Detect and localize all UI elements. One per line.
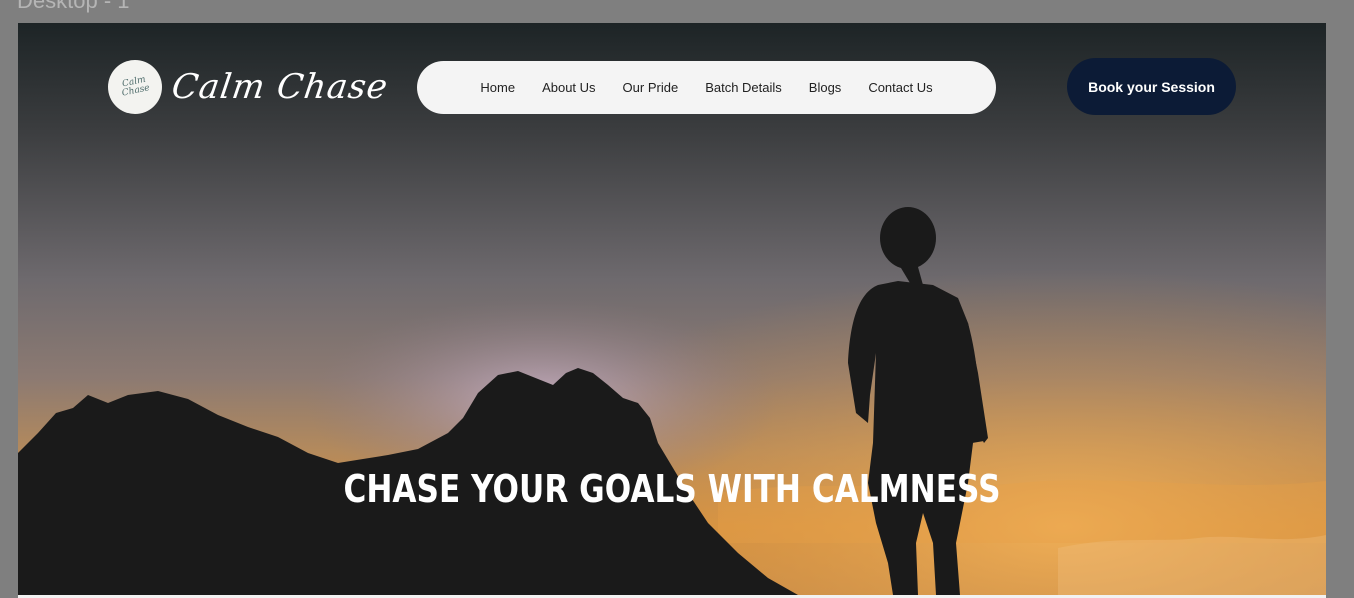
- nav-item-home[interactable]: Home: [467, 80, 529, 95]
- book-session-button[interactable]: Book your Session: [1067, 58, 1236, 115]
- nav-item-batch-details[interactable]: Batch Details: [692, 80, 796, 95]
- nav-item-our-pride[interactable]: Our Pride: [609, 80, 692, 95]
- hero-headline: CHASE YOUR GOALS WITH CALMNESS: [343, 467, 1001, 511]
- brand-logo[interactable]: Calm Chase Calm Chase: [108, 60, 391, 114]
- logo-badge: Calm Chase: [108, 60, 162, 114]
- nav-item-blogs[interactable]: Blogs: [795, 80, 855, 95]
- logo-wordmark: Calm Chase: [169, 67, 391, 107]
- hero-section: Calm Chase Calm Chase Home About Us Our …: [18, 23, 1326, 595]
- logo-badge-text: Calm Chase: [121, 74, 151, 99]
- nav-item-contact-us[interactable]: Contact Us: [855, 80, 946, 95]
- nav-item-about-us[interactable]: About Us: [529, 80, 609, 95]
- main-nav: Home About Us Our Pride Batch Details Bl…: [417, 61, 996, 114]
- frame-label: Desktop - 1: [17, 0, 130, 13]
